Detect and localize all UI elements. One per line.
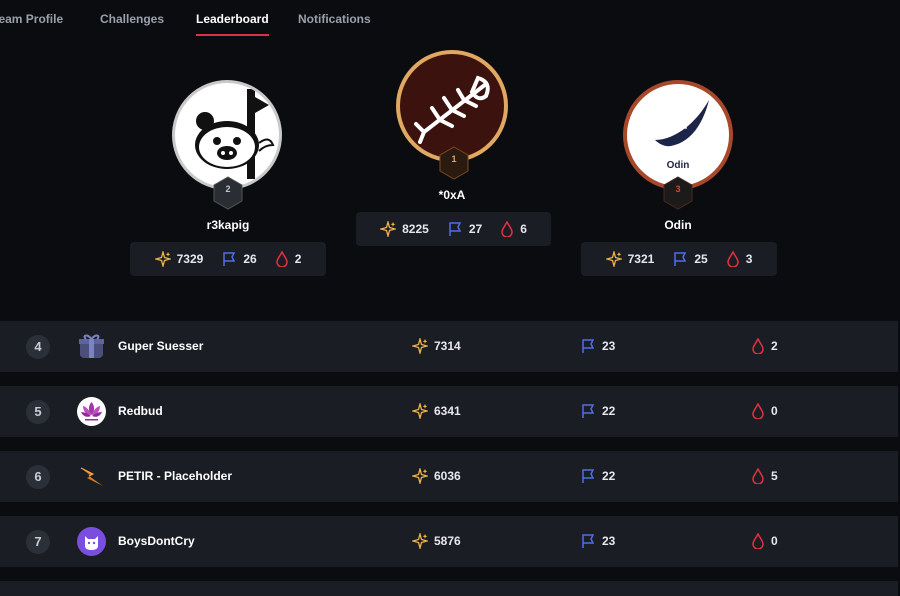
- rank-number: 2: [225, 184, 231, 194]
- flags-value: 22: [602, 469, 616, 483]
- team-stats: 7321 25 3: [581, 242, 777, 276]
- table-row[interactable]: [0, 581, 898, 596]
- sparkle-icon: [412, 338, 428, 354]
- tab-team-profile[interactable]: Team Profile: [0, 12, 63, 26]
- table-row[interactable]: 7 BoysDontCry 5876 23 0: [0, 516, 898, 567]
- points-value: 7321: [627, 252, 655, 266]
- fishbone-icon: [414, 75, 490, 144]
- flags-value: 25: [694, 252, 708, 266]
- table-row[interactable]: 4 Guper Suesser 7314 23 2: [0, 321, 898, 372]
- team-name[interactable]: PETIR - Placeholder: [118, 469, 232, 483]
- blood-drop-icon: [726, 251, 739, 267]
- flags-value: 23: [602, 339, 616, 353]
- rank-number: 6: [26, 465, 50, 489]
- tab-notifications[interactable]: Notifications: [298, 12, 371, 26]
- tab-leaderboard[interactable]: Leaderboard: [196, 12, 269, 36]
- team-avatar[interactable]: [77, 332, 106, 361]
- points-value: 6341: [434, 404, 461, 418]
- flag-icon: [582, 469, 595, 483]
- bloods-value: 2: [294, 252, 302, 266]
- team-name[interactable]: BoysDontCry: [118, 534, 195, 548]
- bloods-value: 2: [771, 339, 778, 353]
- team-name[interactable]: Redbud: [118, 404, 163, 418]
- team-avatar[interactable]: [172, 80, 282, 190]
- blood-drop-icon: [275, 251, 288, 267]
- table-row[interactable]: 6 PETIR - Placeholder 6036 22 5: [0, 451, 898, 502]
- points-value: 6036: [434, 469, 461, 483]
- flag-icon: [582, 404, 595, 418]
- blood-drop-icon: [501, 221, 513, 237]
- team-avatar[interactable]: Odin: [623, 80, 733, 190]
- flag-icon: [223, 252, 236, 266]
- blood-drop-icon: [752, 338, 764, 354]
- rank-badge: 1: [439, 146, 469, 180]
- points-value: 8225: [402, 222, 429, 236]
- rank-number: 7: [26, 530, 50, 554]
- team-stats: 7329 26 2: [130, 242, 326, 276]
- bloods-value: 6: [520, 222, 527, 236]
- lightning-icon: [80, 467, 103, 486]
- flag-icon: [582, 534, 595, 548]
- sparkle-icon: [605, 251, 622, 267]
- cat-icon: [85, 536, 98, 550]
- rank-number: 3: [675, 184, 681, 194]
- rank-number: 4: [26, 335, 50, 359]
- blood-drop-icon: [752, 533, 764, 549]
- rank-badge: 2: [213, 176, 243, 210]
- sparkle-icon: [412, 403, 428, 419]
- points-value: 5876: [434, 534, 461, 548]
- team-name[interactable]: Odin: [628, 218, 728, 232]
- rank-number: 5: [26, 400, 50, 424]
- team-name[interactable]: r3kapig: [178, 218, 278, 232]
- team-avatar[interactable]: [77, 527, 106, 556]
- blood-drop-icon: [752, 468, 764, 484]
- team-name[interactable]: Guper Suesser: [118, 339, 203, 353]
- table-row[interactable]: 5 Redbud 6341 22 0: [0, 386, 898, 437]
- team-stats: 8225 27 6: [356, 212, 551, 246]
- pig-icon: [195, 89, 275, 179]
- bloods-value: 0: [771, 404, 778, 418]
- avatar-logo-text: Odin: [666, 160, 690, 171]
- team-avatar[interactable]: [77, 462, 106, 491]
- sparkle-icon: [380, 221, 397, 237]
- flags-value: 22: [602, 404, 616, 418]
- bloods-value: 5: [771, 469, 778, 483]
- flag-icon: [674, 252, 687, 266]
- blood-drop-icon: [752, 403, 764, 419]
- gift-icon: [79, 334, 104, 358]
- flag-icon: [449, 222, 462, 236]
- bloods-value: 0: [771, 534, 778, 548]
- sparkle-icon: [412, 533, 428, 549]
- team-avatar[interactable]: [77, 397, 106, 426]
- points-value: 7329: [176, 252, 204, 266]
- top-navigation: Team Profile Challenges Leaderboard Noti…: [0, 0, 900, 40]
- sparkle-icon: [412, 468, 428, 484]
- rank-number: 1: [451, 154, 457, 164]
- flags-value: 26: [243, 252, 257, 266]
- points-value: 7314: [434, 339, 461, 353]
- lotus-icon: [81, 402, 102, 421]
- tab-challenges[interactable]: Challenges: [100, 12, 164, 26]
- flags-value: 27: [468, 222, 483, 236]
- rank-badge: 3: [663, 176, 693, 210]
- bloods-value: 3: [745, 252, 753, 266]
- flag-icon: [582, 339, 595, 353]
- sparkle-icon: [154, 251, 171, 267]
- team-name[interactable]: *0xA: [402, 188, 502, 202]
- flags-value: 23: [602, 534, 616, 548]
